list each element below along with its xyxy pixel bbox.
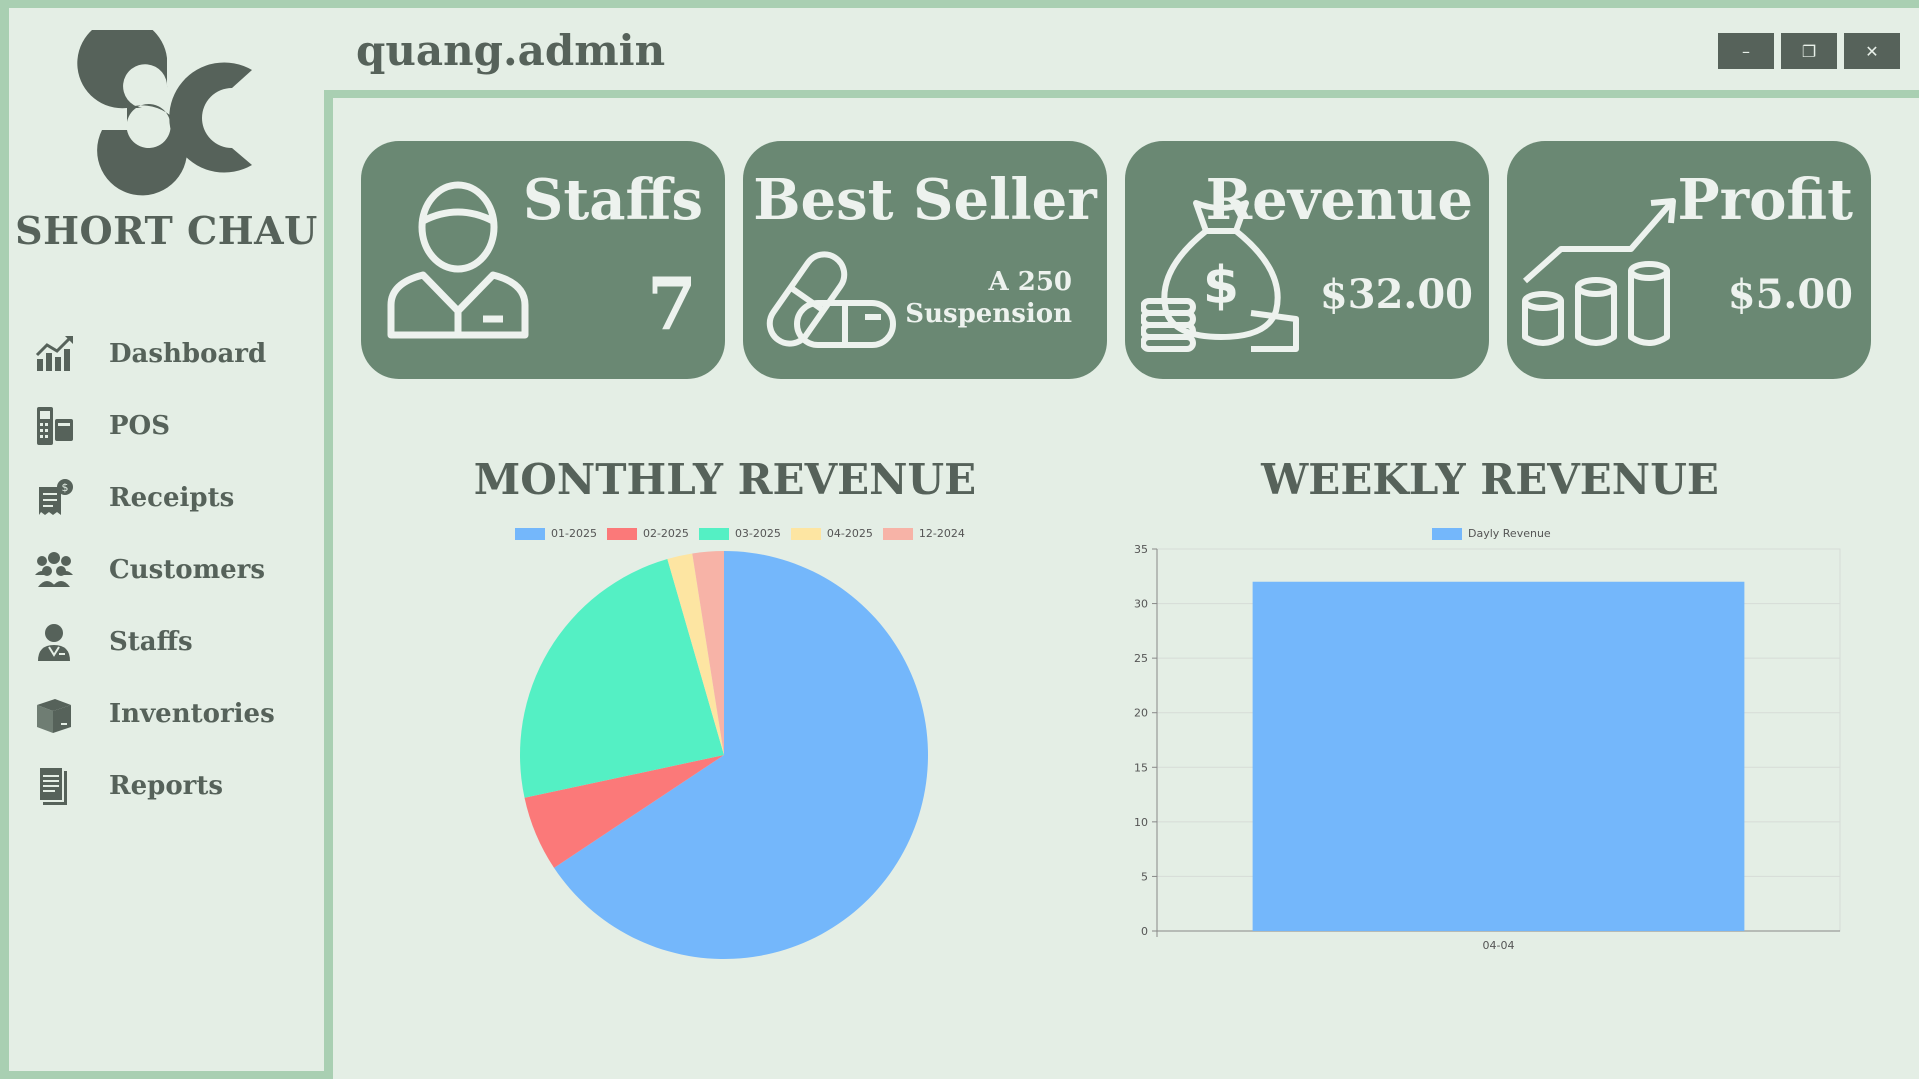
card-staffs[interactable]: Staffs 7 xyxy=(361,141,725,379)
svg-text:$: $ xyxy=(1203,256,1239,316)
legend-item: 12-2024 xyxy=(882,527,965,540)
legend-label: 12-2024 xyxy=(918,527,965,540)
chart-up-icon xyxy=(31,331,77,377)
sidebar-item-inventories[interactable]: Inventories xyxy=(31,678,311,750)
legend-item: 03-2025 xyxy=(698,527,781,540)
card-value-line2: Suspension xyxy=(905,299,1072,329)
coins-growth-icon xyxy=(1522,198,1676,346)
person-icon xyxy=(387,181,529,339)
sidebar-item-label: Staffs xyxy=(109,627,193,657)
card-title: Best Seller xyxy=(753,167,1097,233)
bar-04-04 xyxy=(1252,581,1745,931)
box-icon xyxy=(31,691,77,737)
sidebar-item-pos[interactable]: POS xyxy=(31,390,311,462)
brand-name: SHORT CHAU xyxy=(15,208,318,253)
sidebar-item-label: Inventories xyxy=(109,699,275,729)
legend-swatch xyxy=(515,527,545,540)
legend-item: 02-2025 xyxy=(606,527,689,540)
y-tick-label: 0 xyxy=(1141,925,1148,938)
sidebar-item-receipts[interactable]: $ Receipts xyxy=(31,462,311,534)
sidebar-item-customers[interactable]: Customers xyxy=(31,534,311,606)
legend-label: 01-2025 xyxy=(551,527,597,540)
minimize-button[interactable]: – xyxy=(1718,33,1774,69)
legend-swatch xyxy=(606,527,637,540)
weekly-revenue-bar-chart: 0 5 10 15 20 25 30 35 04-04 xyxy=(1134,543,1841,950)
pie-legend: 01-2025 02-2025 03-2025 04-2025 12-2024 xyxy=(515,527,975,540)
restore-icon: ❐ xyxy=(1801,41,1817,61)
card-value: 7 xyxy=(646,261,697,346)
sidebar-item-staffs[interactable]: Staffs xyxy=(31,606,311,678)
sidebar: SHORT CHAU Dashboard POS $ Receipts Cust… xyxy=(0,8,333,1079)
people-group-icon xyxy=(31,547,77,593)
pills-icon xyxy=(766,251,896,348)
card-value: $5.00 xyxy=(1727,271,1853,318)
close-icon: ✕ xyxy=(1865,41,1879,61)
sidebar-item-label: Dashboard xyxy=(109,339,267,369)
staff-icon xyxy=(31,619,77,665)
y-tick-label: 30 xyxy=(1134,598,1148,611)
y-tick-label: 20 xyxy=(1134,707,1148,720)
username: quang.admin xyxy=(356,26,666,75)
legend-item: 01-2025 xyxy=(515,527,597,540)
card-revenue[interactable]: $ Revenue $32.00 xyxy=(1125,141,1489,379)
sidebar-item-dashboard[interactable]: Dashboard xyxy=(31,318,311,390)
legend-label: 04-2025 xyxy=(826,527,873,540)
receipt-icon: $ xyxy=(31,475,77,521)
legend-label: 02-2025 xyxy=(642,527,689,540)
card-title: Profit xyxy=(1677,167,1853,233)
sidebar-item-label: POS xyxy=(109,411,170,441)
y-tick-label: 35 xyxy=(1134,543,1148,556)
card-title: Revenue xyxy=(1205,167,1473,233)
window-frame-top xyxy=(0,0,1919,8)
restore-button[interactable]: ❐ xyxy=(1781,33,1837,69)
legend-swatch xyxy=(790,527,821,540)
sidebar-item-label: Receipts xyxy=(109,483,235,513)
logo xyxy=(9,30,324,200)
weekly-revenue-title: WEEKLY REVENUE xyxy=(1261,455,1719,504)
legend-label: 03-2025 xyxy=(734,527,781,540)
card-value-line1: A 250 xyxy=(988,267,1073,297)
legend-swatch xyxy=(882,527,913,540)
sidebar-nav: Dashboard POS $ Receipts Customers Staff… xyxy=(31,318,311,822)
sidebar-item-label: Reports xyxy=(109,771,224,801)
y-tick-label: 5 xyxy=(1141,870,1148,883)
pos-terminal-icon xyxy=(31,403,77,449)
card-title: Staffs xyxy=(522,167,703,233)
card-profit[interactable]: Profit $5.00 xyxy=(1507,141,1871,379)
monthly-revenue-title: MONTHLY REVENUE xyxy=(473,455,977,504)
y-tick-label: 15 xyxy=(1134,761,1148,774)
document-icon xyxy=(31,763,77,809)
legend-item: 04-2025 xyxy=(790,527,873,540)
y-tick-label: 10 xyxy=(1134,816,1148,829)
card-best-seller[interactable]: Best Seller A 250 Suspension xyxy=(743,141,1107,379)
y-tick-label: 25 xyxy=(1134,652,1148,665)
header: quang.admin – ❐ ✕ xyxy=(324,8,1919,98)
legend-swatch xyxy=(698,527,729,540)
sidebar-item-label: Customers xyxy=(109,555,265,585)
card-value: $32.00 xyxy=(1319,271,1473,318)
sidebar-item-reports[interactable]: Reports xyxy=(31,750,311,822)
close-button[interactable]: ✕ xyxy=(1844,33,1900,69)
sc-logo-icon xyxy=(76,30,252,196)
x-tick-label: 04-04 xyxy=(1483,939,1515,950)
svg-text:$: $ xyxy=(62,481,69,494)
monthly-revenue-pie-chart xyxy=(520,551,928,959)
minimize-icon: – xyxy=(1742,41,1750,61)
